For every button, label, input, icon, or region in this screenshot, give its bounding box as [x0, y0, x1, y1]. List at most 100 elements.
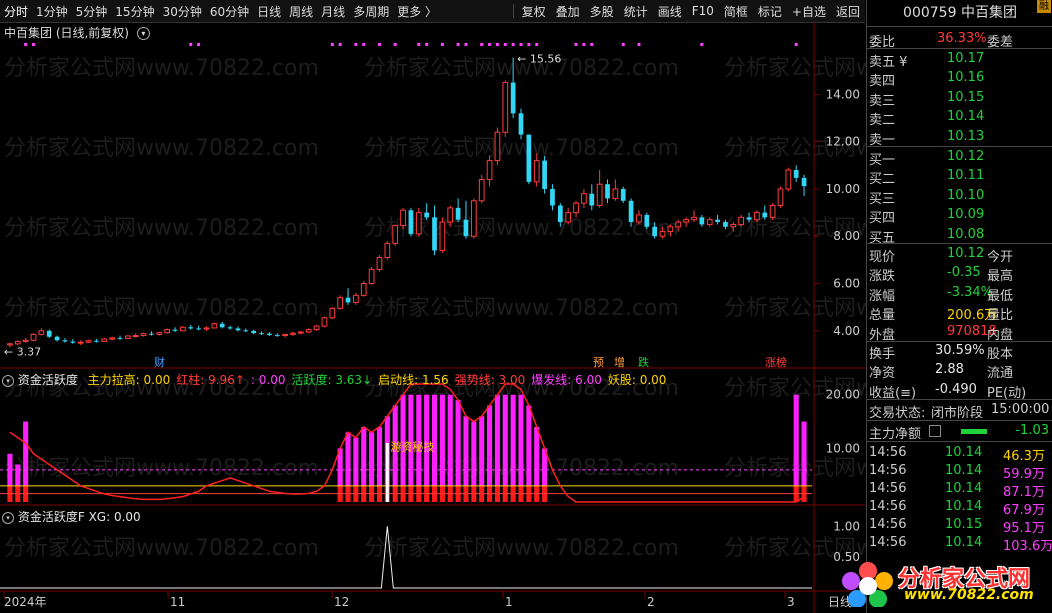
stat-label2: 股本 — [987, 347, 1014, 362]
indicator1-label: 红柱: 9.96↑ — [176, 373, 245, 387]
candle-body — [533, 160, 540, 183]
tick-row: 14:56 10.14 67.9万 — [867, 498, 1052, 518]
candle-body — [211, 323, 218, 329]
stat-label: 收益(≡) — [869, 385, 917, 401]
x-tick-label: 3 — [787, 595, 795, 609]
candle-body — [392, 225, 399, 244]
candle-body — [140, 333, 147, 337]
magenta-bar — [471, 421, 477, 486]
indicator1-label: 强势线: 3.00 — [454, 373, 526, 387]
candle-body — [573, 202, 579, 214]
indicator1-label: : 0.00 — [250, 373, 286, 387]
candle-body — [376, 257, 383, 270]
sell-row: 卖五 ¥ 10.17 — [867, 50, 1052, 70]
candle-body — [353, 294, 359, 303]
tick-price: 10.14 — [945, 481, 983, 496]
marker-jiebang: 涨榜 — [765, 355, 787, 369]
candle-body — [455, 207, 461, 220]
watermark-text: 分析家公式网www.70822.com — [4, 136, 319, 161]
candle-body — [769, 205, 776, 218]
tick-time: 14:56 — [869, 535, 907, 550]
tick-row: 14:56 10.15 95.1万 — [867, 516, 1052, 536]
settings-icon[interactable]: ▾ — [2, 511, 14, 524]
candle-body — [251, 330, 257, 334]
candle-body — [14, 340, 21, 345]
candle-body — [345, 297, 351, 303]
candle-body — [235, 328, 241, 331]
magenta-bar — [345, 432, 351, 486]
y-tick-label: 12.00 — [826, 135, 860, 149]
candle-body — [408, 210, 414, 234]
candle-body — [149, 333, 154, 335]
buy-row: 买三 10.10 — [867, 187, 1052, 207]
magenta-bar — [487, 405, 493, 486]
magenta-bar — [463, 416, 469, 486]
candle-body — [297, 331, 304, 334]
x-tick-label: 12 — [334, 595, 349, 609]
stat-row: 收益(≡) -0.490 PE(动) — [867, 381, 1052, 401]
watermark-text: 分析家公式网www.70822.com — [4, 216, 319, 241]
signal-dot — [362, 43, 366, 46]
stat-row: 换手 30.59% 股本 — [867, 342, 1052, 362]
tick-time: 14:56 — [869, 463, 907, 478]
tick-row: 14:56 10.14 46.3万 — [867, 444, 1052, 464]
divider — [867, 26, 1052, 27]
candle-body — [801, 177, 807, 187]
price-low-label: ← 3.37 — [4, 345, 41, 358]
candle-body — [94, 340, 99, 342]
candle-body — [636, 214, 642, 223]
candle-body — [652, 226, 658, 237]
stat-label: 换手 — [869, 347, 896, 362]
settings-icon[interactable]: ▾ — [2, 374, 14, 387]
signal-dot — [637, 43, 641, 46]
candle-body — [368, 268, 375, 285]
sell-label: 卖二 — [869, 113, 896, 129]
watermark-text: 分析家公式网www.70822.com — [4, 296, 319, 321]
candle-body — [384, 242, 391, 259]
candle-body — [667, 226, 674, 233]
candle-body — [612, 188, 619, 199]
candle-body — [290, 332, 296, 335]
candle-body — [447, 207, 454, 223]
divider — [867, 48, 1052, 49]
list-icon[interactable] — [929, 425, 941, 437]
tick-row: 14:56 10.14 87.1万 — [867, 480, 1052, 500]
weibi-row: 委比 36.33% 委差 — [867, 30, 1052, 50]
buy-label: 买三 — [869, 191, 896, 207]
ind1-y-tick-label: 10.00 — [826, 441, 860, 455]
candle-body — [274, 335, 280, 337]
candle-body — [659, 231, 666, 237]
candle-body — [518, 113, 524, 135]
stat-value: -0.35 — [947, 265, 981, 281]
candle-body — [723, 222, 728, 227]
sell-price: 10.15 — [947, 89, 985, 105]
status-value: 闭市阶段 — [931, 406, 984, 421]
signal-dot — [197, 43, 201, 46]
buy-price: 10.11 — [947, 168, 985, 184]
signal-dot — [535, 43, 539, 46]
signal-dot — [24, 43, 28, 46]
candle-body — [777, 188, 784, 207]
tick-price: 10.14 — [945, 535, 983, 550]
candle-body — [589, 193, 595, 206]
net-value: -1.03 — [1015, 423, 1049, 438]
candle-body — [746, 217, 752, 220]
candle-body — [439, 221, 446, 251]
candle-body — [180, 326, 186, 332]
candle-body — [321, 317, 328, 327]
signal-dot — [440, 43, 444, 46]
candle-body — [85, 340, 92, 343]
sell-price: 10.13 — [947, 128, 985, 144]
stat-label2: PE(动) — [987, 385, 1027, 401]
x-tick-label: 2024年 — [4, 595, 47, 609]
stat-label2: 流通 — [987, 366, 1014, 382]
stat-label: 总量 — [869, 308, 896, 324]
candle-body — [219, 323, 225, 328]
magenta-bar — [502, 394, 508, 486]
magenta-bar — [494, 394, 500, 486]
candle-body — [38, 330, 45, 335]
tick-time: 14:56 — [869, 481, 907, 496]
buy-row: 买一 10.12 — [867, 148, 1052, 168]
signal-dot — [574, 43, 578, 46]
stat-label2: 今开 — [987, 250, 1014, 265]
